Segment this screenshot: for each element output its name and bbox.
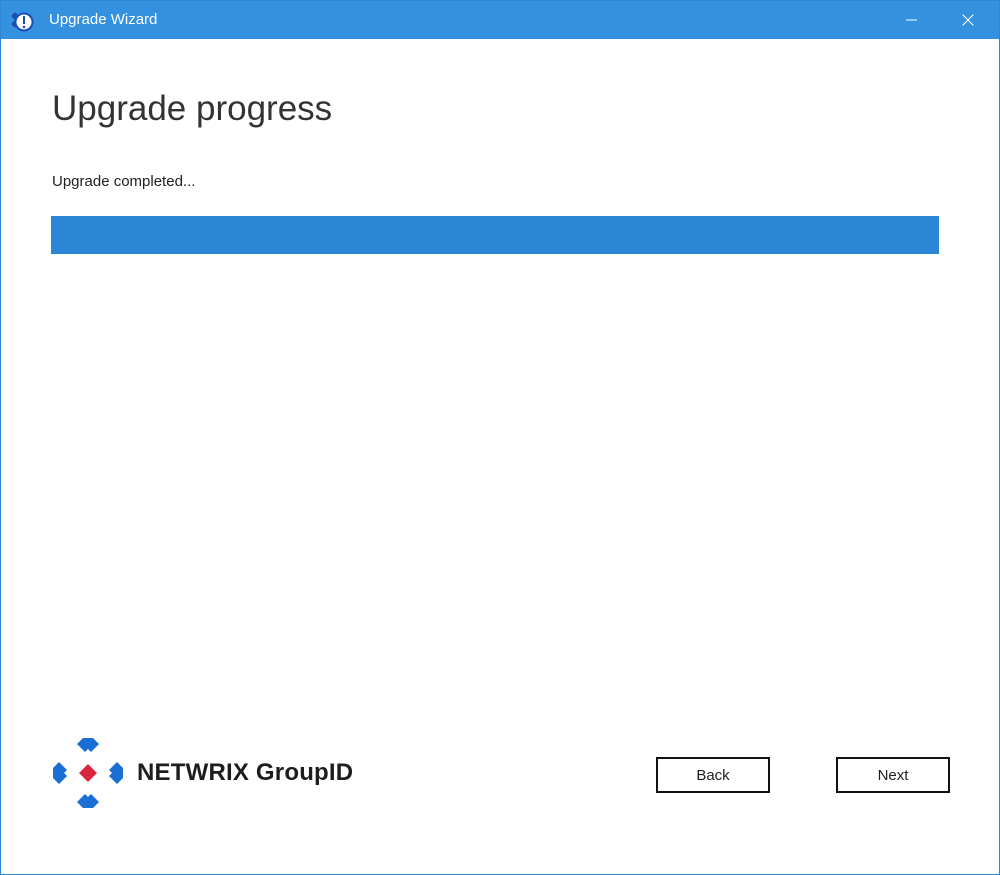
progress-bar-fill <box>51 216 939 254</box>
status-text: Upgrade completed... <box>52 173 196 190</box>
back-button[interactable]: Back <box>656 757 770 793</box>
brand-name: NETWRIX GroupID <box>137 759 354 786</box>
wizard-app-icon <box>11 12 34 32</box>
minimize-icon <box>906 19 917 21</box>
minimize-button[interactable] <box>889 1 935 39</box>
upgrade-wizard-window: Upgrade Wizard Upgrade progress Upgrade … <box>0 0 1000 875</box>
title-bar[interactable]: Upgrade Wizard <box>1 1 999 39</box>
netwrix-logo-icon <box>53 738 123 808</box>
close-icon <box>962 14 974 26</box>
progress-bar <box>51 216 939 254</box>
page-title: Upgrade progress <box>52 89 333 128</box>
next-button[interactable]: Next <box>836 757 950 793</box>
close-button[interactable] <box>945 1 991 39</box>
window-title: Upgrade Wizard <box>49 11 158 28</box>
